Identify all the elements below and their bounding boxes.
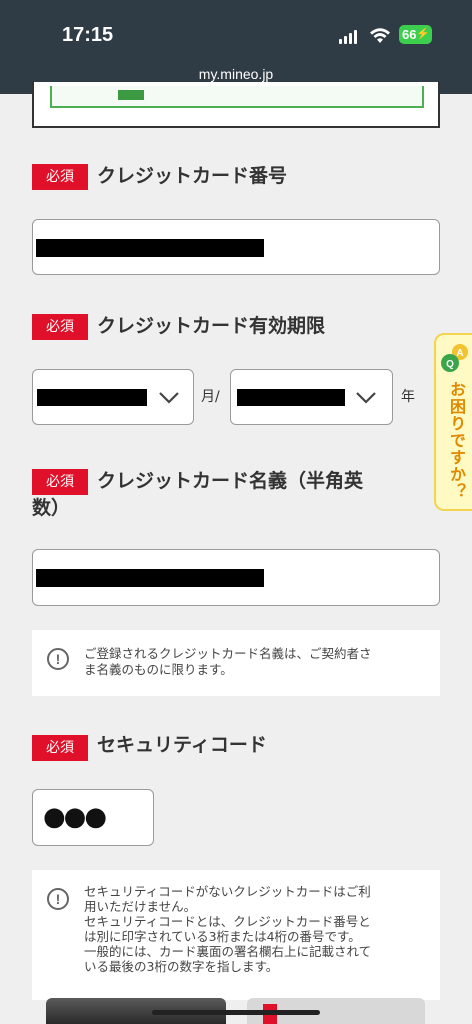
security-code-note: ! セキュリティコードがないクレジットカードはご利 用いただけません。 セキュリ… bbox=[32, 870, 440, 1000]
info-icon: ! bbox=[47, 648, 69, 670]
required-badge: 必須 bbox=[32, 469, 88, 495]
required-badge: 必須 bbox=[32, 314, 88, 340]
security-code-value: ●●● bbox=[43, 802, 107, 832]
security-code-label: セキュリティコード bbox=[97, 734, 267, 756]
card-name-label-line2: 数） bbox=[32, 497, 71, 519]
required-badge: 必須 bbox=[32, 735, 88, 761]
card-name-note-line2: ま名義のものに限ります。 bbox=[84, 662, 233, 677]
chevron-down-icon bbox=[356, 392, 376, 404]
signal-icon bbox=[339, 30, 359, 44]
required-badge: 必須 bbox=[32, 164, 88, 190]
url-bar[interactable]: my.mineo.jp bbox=[0, 66, 472, 82]
info-icon: ! bbox=[47, 888, 69, 910]
security-note-line: いる最後の3桁の数字を指します。 bbox=[84, 959, 279, 974]
wifi-icon bbox=[370, 28, 390, 43]
security-note-line: 用いただけません。 bbox=[84, 899, 197, 914]
card-name-label-line1: クレジットカード名義（半角英 bbox=[97, 470, 364, 492]
security-note-line: セキュリティコードとは、クレジットカード番号と bbox=[84, 914, 371, 929]
security-note-line: セキュリティコードがないクレジットカードはご利 bbox=[84, 884, 371, 899]
expiry-year-select[interactable] bbox=[230, 369, 393, 425]
redacted-card-number bbox=[36, 239, 264, 257]
year-unit: 年 bbox=[401, 389, 415, 405]
security-code-input[interactable]: ●●● bbox=[32, 789, 154, 846]
redacted-month bbox=[37, 389, 147, 406]
battery-level: 66 bbox=[402, 27, 417, 42]
selected-option-box bbox=[50, 86, 424, 108]
expiry-month-select[interactable] bbox=[32, 369, 194, 425]
expiry-label: クレジットカード有効期限 bbox=[97, 315, 326, 337]
home-indicator[interactable] bbox=[152, 1010, 320, 1015]
help-tab-label: お困りですか？ bbox=[447, 381, 466, 500]
status-time: 17:15 bbox=[62, 24, 114, 46]
card-number-input[interactable] bbox=[32, 219, 440, 275]
card-name-note-line1: ご登録されるクレジットカード名義は、ご契約者さ bbox=[84, 646, 372, 661]
security-note-line: 一般的には、カード裏面の署名欄右上に記載されて bbox=[84, 944, 372, 959]
card-name-note: ! ご登録されるクレジットカード名義は、ご契約者さ ま名義のものに限ります。 bbox=[32, 630, 440, 696]
battery-icon: 66 ⚡ bbox=[399, 25, 432, 44]
status-bar: 17:15 66 ⚡ my.mineo.jp bbox=[0, 0, 472, 94]
qa-chat-icon: A Q bbox=[441, 344, 468, 372]
help-icon-q: Q bbox=[446, 359, 454, 370]
security-note-line: は別に印字されている3桁または4桁の番号です。 bbox=[84, 929, 361, 944]
previous-section-box bbox=[32, 82, 440, 128]
card-name-input[interactable] bbox=[32, 549, 440, 606]
card-number-label: クレジットカード番号 bbox=[97, 165, 288, 187]
chevron-down-icon bbox=[159, 392, 179, 404]
redacted-card-name bbox=[36, 569, 264, 587]
help-icon-a: A bbox=[456, 348, 463, 359]
help-side-tab[interactable]: A Q お困りですか？ bbox=[434, 333, 472, 511]
redacted-year bbox=[237, 389, 345, 406]
month-unit: 月/ bbox=[201, 389, 220, 405]
